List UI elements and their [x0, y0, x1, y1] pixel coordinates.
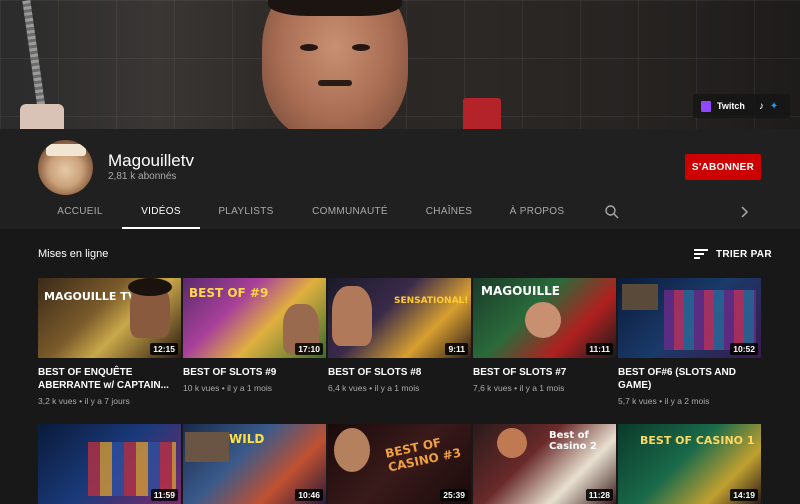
- banner-towel: [20, 104, 64, 129]
- video-card[interactable]: WILD 10:46: [183, 424, 326, 504]
- video-duration: 12:15: [150, 343, 178, 355]
- video-views: 5,7 k vues: [618, 396, 657, 406]
- banner-eye-left: [300, 44, 318, 51]
- channel-name: Magouilletv: [108, 151, 194, 170]
- video-thumbnail[interactable]: SENSATIONAL! 9:11: [328, 278, 471, 358]
- thumbnail-text: BEST OF #9: [189, 286, 269, 300]
- video-thumbnail[interactable]: 11:59: [38, 424, 181, 504]
- tiktok-icon[interactable]: ♪: [759, 101, 764, 112]
- video-duration: 10:52: [730, 343, 758, 355]
- video-title-line[interactable]: GAME): [618, 379, 761, 392]
- video-views: 3,2 k vues: [38, 396, 77, 406]
- video-title[interactable]: BEST OF SLOTS #7: [473, 366, 616, 379]
- video-meta: 6,4 k vues • il y a 1 mois: [328, 383, 420, 393]
- video-card[interactable]: MAGOUILLE 11:11 BEST OF SLOTS #7 7,6 k v…: [473, 278, 616, 393]
- video-duration: 10:46: [295, 489, 323, 501]
- video-title-line[interactable]: BEST OF SLOTS #9: [183, 366, 326, 379]
- banner-mustache: [318, 80, 352, 86]
- video-meta: 3,2 k vues • il y a 7 jours: [38, 396, 130, 406]
- banner-hair: [268, 0, 402, 16]
- video-views: 10 k vues: [183, 383, 220, 393]
- tab-accueil[interactable]: ACCUEIL: [48, 195, 112, 229]
- sort-icon: [694, 249, 708, 259]
- subscribe-button[interactable]: S'ABONNER: [685, 154, 761, 180]
- video-thumbnail[interactable]: BEST OF CASINO 1 14:19: [618, 424, 761, 504]
- thumbnail-text: MAGOUILLE: [481, 284, 560, 298]
- sort-label: TRIER PAR: [716, 248, 772, 260]
- video-card[interactable]: BEST OF CASINO 1 14:19: [618, 424, 761, 504]
- channel-avatar[interactable]: [38, 140, 93, 195]
- video-meta: 5,7 k vues • il y a 2 mois: [618, 396, 710, 406]
- video-title[interactable]: BEST OF SLOTS #8: [328, 366, 471, 379]
- video-views: 6,4 k vues: [328, 383, 367, 393]
- video-thumbnail[interactable]: WILD 10:46: [183, 424, 326, 504]
- tab-playlists[interactable]: PLAYLISTS: [212, 195, 280, 229]
- banner-red-cup: [463, 98, 501, 129]
- video-age: il y a 1 mois: [374, 383, 420, 393]
- thumbnail-text: Best of Casino 2: [549, 430, 597, 452]
- video-title-line[interactable]: BEST OF SLOTS #7: [473, 366, 616, 379]
- thumbnail-text: SENSATIONAL!: [394, 296, 469, 306]
- video-thumbnail[interactable]: BEST OF CASINO #3 25:39: [328, 424, 471, 504]
- video-duration: 25:39: [440, 489, 468, 501]
- banner-face: [262, 0, 408, 129]
- tab-chaines[interactable]: CHAÎNES: [418, 195, 480, 229]
- thumbnail-text: MAGOUILLE TV: [44, 290, 137, 303]
- video-card[interactable]: 11:59: [38, 424, 181, 504]
- search-icon[interactable]: [604, 204, 620, 220]
- video-card[interactable]: MAGOUILLE TV 12:15 BEST OF ENQUÊTE ABERR…: [38, 278, 181, 406]
- video-duration: 17:10: [295, 343, 323, 355]
- video-duration: 11:11: [586, 343, 613, 355]
- subscriber-count: 2,81 k abonnés: [108, 171, 177, 182]
- video-title[interactable]: BEST OF SLOTS #9: [183, 366, 326, 379]
- video-title[interactable]: BEST OF#6 (SLOTS AND GAME): [618, 366, 761, 392]
- video-meta: 7,6 k vues • il y a 1 mois: [473, 383, 565, 393]
- video-meta: 10 k vues • il y a 1 mois: [183, 383, 272, 393]
- thumbnail-text: BEST OF CASINO #3: [384, 435, 463, 475]
- video-thumbnail[interactable]: MAGOUILLE 11:11: [473, 278, 616, 358]
- video-card[interactable]: SENSATIONAL! 9:11 BEST OF SLOTS #8 6,4 k…: [328, 278, 471, 393]
- video-title-line[interactable]: BEST OF ENQUÊTE: [38, 366, 181, 379]
- twitter-icon[interactable]: ✦: [770, 101, 778, 112]
- video-duration: 11:28: [585, 489, 613, 501]
- video-card[interactable]: Best of Casino 2 11:28: [473, 424, 616, 504]
- video-duration: 9:11: [445, 343, 468, 355]
- tab-a-propos[interactable]: À PROPOS: [504, 195, 570, 229]
- twitch-icon[interactable]: [701, 100, 711, 112]
- twitch-link-label[interactable]: Twitch: [717, 101, 745, 111]
- video-card[interactable]: BEST OF CASINO #3 25:39: [328, 424, 471, 504]
- banner-social-links: Twitch ♪ ✦: [693, 94, 790, 118]
- channel-banner: Twitch ♪ ✦: [0, 0, 800, 129]
- channel-tabs: ACCUEIL VIDÉOS PLAYLISTS COMMUNAUTÉ CHAÎ…: [0, 195, 800, 229]
- thumbnail-text: WILD: [229, 432, 265, 446]
- video-thumbnail[interactable]: BEST OF #9 17:10: [183, 278, 326, 358]
- video-thumbnail[interactable]: Best of Casino 2 11:28: [473, 424, 616, 504]
- video-duration: 11:59: [150, 489, 178, 501]
- sort-button[interactable]: TRIER PAR: [694, 246, 772, 262]
- video-thumbnail[interactable]: MAGOUILLE TV 12:15: [38, 278, 181, 358]
- video-age: il y a 7 jours: [84, 396, 130, 406]
- chevron-right-icon[interactable]: [736, 204, 752, 220]
- channel-header: Magouilletv 2,81 k abonnés S'ABONNER ACC…: [0, 129, 800, 229]
- section-title: Mises en ligne: [38, 248, 109, 260]
- tab-videos[interactable]: VIDÉOS: [122, 195, 200, 229]
- video-thumbnail[interactable]: 10:52: [618, 278, 761, 358]
- video-age: il y a 1 mois: [519, 383, 565, 393]
- video-title-line[interactable]: ABERRANTE w/ CAPTAIN...: [38, 379, 181, 392]
- video-title-line[interactable]: BEST OF SLOTS #8: [328, 366, 471, 379]
- video-age: il y a 2 mois: [664, 396, 710, 406]
- banner-eye-right: [352, 44, 370, 51]
- video-duration: 14:19: [730, 489, 758, 501]
- video-card[interactable]: BEST OF #9 17:10 BEST OF SLOTS #9 10 k v…: [183, 278, 326, 393]
- video-title[interactable]: BEST OF ENQUÊTE ABERRANTE w/ CAPTAIN...: [38, 366, 181, 392]
- video-title-line[interactable]: BEST OF#6 (SLOTS AND: [618, 366, 761, 379]
- video-age: il y a 1 mois: [227, 383, 272, 393]
- thumbnail-text: BEST OF CASINO 1: [640, 434, 755, 447]
- video-views: 7,6 k vues: [473, 383, 512, 393]
- tab-communaute[interactable]: COMMUNAUTÉ: [306, 195, 394, 229]
- video-card[interactable]: 10:52 BEST OF#6 (SLOTS AND GAME) 5,7 k v…: [618, 278, 761, 406]
